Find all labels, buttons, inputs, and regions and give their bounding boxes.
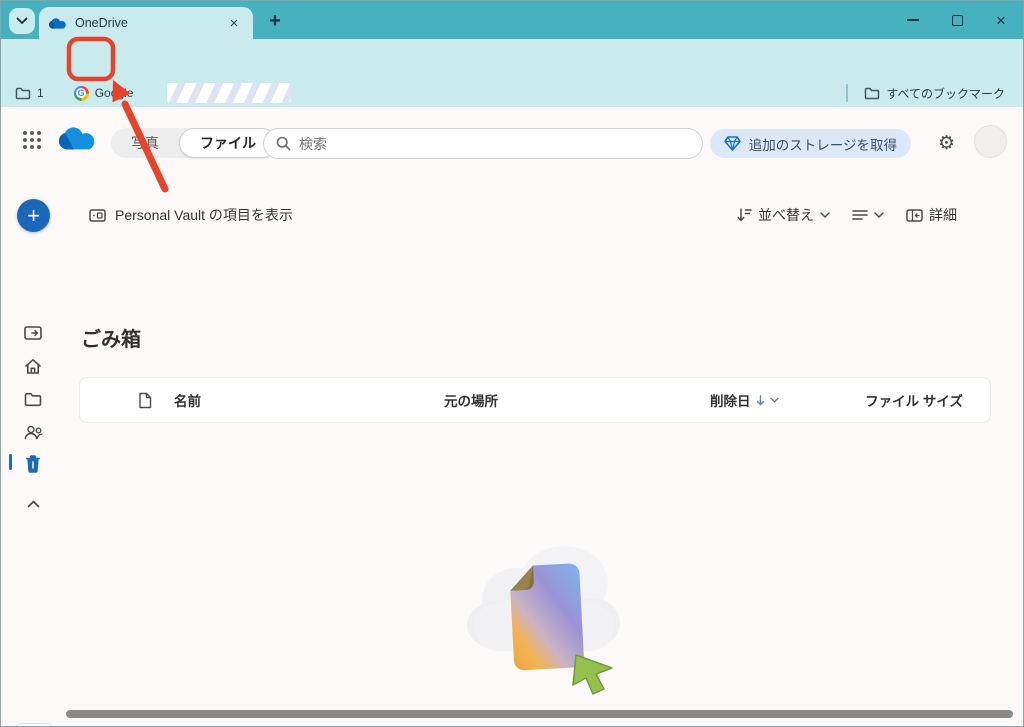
bookmark-folder-count: 1 [37,86,44,100]
onedrive-logo-icon[interactable] [59,125,97,150]
table-header-row: 名前 元の場所 削除日 ファイル サイズ [79,377,991,423]
onedrive-favicon-icon [49,17,67,29]
bookmarks-bar: 1 Google すべてのブックマーク [1,79,1023,107]
chevron-down-icon [16,17,28,25]
sort-label: 並べ替え [758,205,814,225]
bookmark-folder[interactable]: 1 [7,86,52,100]
home-icon [24,358,42,375]
search-icon [276,136,291,151]
sort-descending-arrow-icon [756,395,765,406]
sidebar: + [1,171,65,726]
tab-close-icon[interactable]: × [225,14,243,32]
column-header-name[interactable]: 名前 [174,390,444,410]
sidebar-collapse[interactable] [23,494,43,514]
details-label: 詳細 [929,205,957,225]
tab-search-button[interactable] [9,8,35,34]
view-controls: 並べ替え 詳細 [737,205,957,225]
new-tab-button[interactable]: + [263,9,287,33]
chevron-down-icon [770,397,779,403]
sidebar-my-files[interactable] [23,389,43,409]
command-row: Personal Vault の項目を表示 並べ替え 詳細 [65,205,1023,229]
get-storage-label: 追加のストレージを取得 [749,134,897,154]
settings-gear-icon[interactable]: ⚙ [938,129,955,158]
window-controls: × [891,1,1023,39]
maximize-icon [952,15,963,26]
bookmarks-separator [846,84,848,102]
file-type-column-icon[interactable] [80,392,174,409]
folder-icon [15,87,31,100]
tab-title: OneDrive [75,16,217,30]
close-icon: × [996,12,1006,29]
chevron-down-icon [820,212,830,218]
titlebar: OneDrive × + × [1,1,1023,39]
column-header-original-location[interactable]: 元の場所 [444,390,710,410]
search-input[interactable] [299,136,690,152]
sort-icon [737,208,752,222]
minimize-icon [907,19,919,21]
vault-icon [89,209,106,222]
onedrive-page: 写真 ファイル 追加のストレージを取得 ⚙ + [1,107,1023,726]
sidebar-recycle-bin[interactable] [23,454,43,474]
sidebar-panel-toggle[interactable] [23,323,43,343]
toggle-photos[interactable]: 写真 [111,128,179,158]
onedrive-header: 写真 ファイル 追加のストレージを取得 ⚙ [1,107,1023,171]
details-pane-button[interactable]: 詳細 [906,205,957,225]
column-header-file-size[interactable]: ファイル サイズ [860,390,990,410]
page-title: ごみ箱 [81,323,141,352]
browser-toolbar: onedrive.live.com/?view=5 ☆ 文 ⋮ [1,39,1023,79]
view-layout-button[interactable] [852,209,884,221]
premium-diamond-icon [724,136,741,151]
empty-folder-illustration [460,527,630,712]
browser-window: OneDrive × + × onedrive.live.com/?view=5 [0,0,1024,727]
premium-button[interactable] [13,723,55,727]
bookmarks-bar-right: すべてのブックマーク [846,84,1023,102]
details-pane-icon [906,209,923,222]
people-icon [24,425,43,440]
google-favicon-icon [74,86,89,101]
all-bookmarks-button[interactable]: すべてのブックマーク [856,85,1013,102]
folder-icon [864,87,880,100]
sidebar-shared[interactable] [23,422,43,442]
minimize-button[interactable] [891,1,935,39]
panel-arrow-icon [24,326,42,340]
column-header-deleted-date[interactable]: 削除日 [710,390,860,410]
sort-button[interactable]: 並べ替え [737,205,830,225]
get-storage-button[interactable]: 追加のストレージを取得 [710,129,911,158]
main-content: Personal Vault の項目を表示 並べ替え 詳細 [65,171,1023,726]
bookmark-redacted[interactable] [167,83,291,103]
bookmark-google-label: Google [95,86,134,100]
close-button[interactable]: × [979,1,1023,39]
list-view-icon [852,209,868,221]
horizontal-scrollbar[interactable] [66,710,1013,718]
sidebar-home[interactable] [23,356,43,376]
active-nav-indicator [9,454,12,470]
chevron-down-icon [874,212,884,218]
account-avatar[interactable] [974,125,1007,158]
deleted-date-label: 削除日 [710,390,751,410]
browser-tab-onedrive[interactable]: OneDrive × [39,7,253,39]
photos-files-toggle: 写真 ファイル [111,128,277,158]
trash-icon [25,455,41,473]
search-box[interactable] [263,128,703,159]
create-new-button[interactable]: + [17,199,50,232]
personal-vault-toggle[interactable]: Personal Vault の項目を表示 [89,205,293,225]
maximize-button[interactable] [935,1,979,39]
personal-vault-label: Personal Vault の項目を表示 [115,205,293,225]
all-bookmarks-label: すべてのブックマーク [886,85,1005,102]
app-launcher-icon[interactable] [23,131,41,149]
chevron-up-icon [27,500,40,508]
folder-icon [24,392,42,407]
bookmark-google[interactable]: Google [66,86,142,101]
